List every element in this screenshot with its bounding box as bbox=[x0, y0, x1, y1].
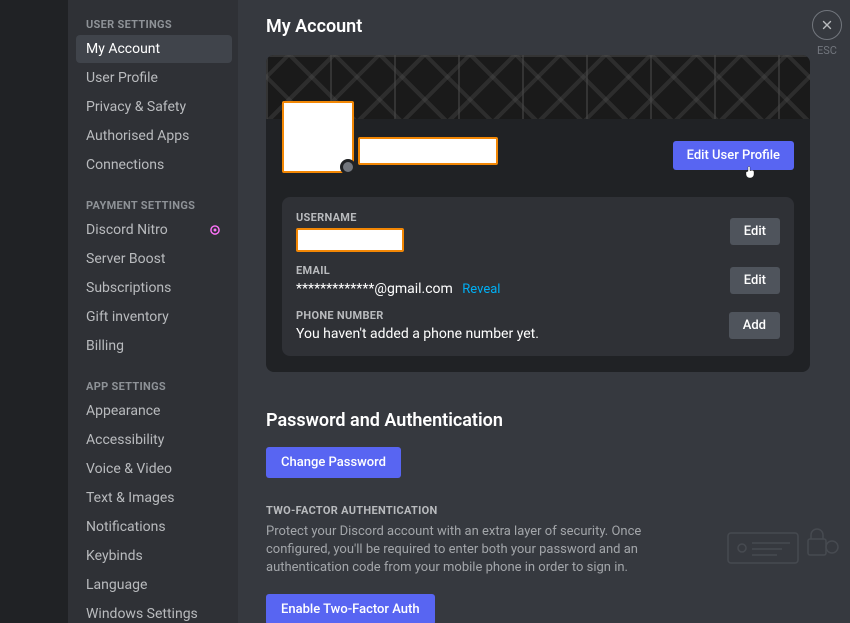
edit-username-button[interactable]: Edit bbox=[730, 218, 780, 245]
auth-section-title: Password and Authentication bbox=[266, 410, 810, 431]
lock-decoration-icon bbox=[722, 515, 842, 575]
content-area: ESC My Account Edit User Profile USERNAM… bbox=[238, 0, 850, 623]
avatar-wrap bbox=[282, 101, 354, 173]
sidebar-item-label: Voice & Video bbox=[86, 461, 172, 477]
username-row: USERNAME Edit bbox=[296, 211, 780, 252]
sidebar-item-label: My Account bbox=[86, 41, 160, 57]
sidebar-item-billing[interactable]: Billing bbox=[76, 332, 232, 360]
close-icon bbox=[820, 18, 834, 32]
enable-twofa-button[interactable]: Enable Two-Factor Auth bbox=[266, 594, 435, 623]
email-value-line: *************@gmail.com Reveal bbox=[296, 281, 500, 297]
sidebar-item-label: Appearance bbox=[86, 403, 160, 419]
username-label: USERNAME bbox=[296, 211, 404, 224]
sidebar-item-subscriptions[interactable]: Subscriptions bbox=[76, 274, 232, 302]
sidebar-item-connections[interactable]: Connections bbox=[76, 151, 232, 179]
sidebar-item-label: Discord Nitro bbox=[86, 222, 168, 238]
sidebar-item-label: Server Boost bbox=[86, 251, 165, 267]
sidebar-item-label: Notifications bbox=[86, 519, 166, 535]
phone-value: You haven't added a phone number yet. bbox=[296, 326, 539, 342]
change-password-button[interactable]: Change Password bbox=[266, 447, 401, 478]
phone-label: PHONE NUMBER bbox=[296, 309, 539, 322]
edit-email-button[interactable]: Edit bbox=[730, 267, 780, 294]
sidebar-item-label: User Profile bbox=[86, 70, 158, 86]
email-row: EMAIL *************@gmail.com Reveal Edi… bbox=[296, 264, 780, 297]
sidebar-item-user-profile[interactable]: User Profile bbox=[76, 64, 232, 92]
reveal-email-link[interactable]: Reveal bbox=[462, 282, 500, 297]
profile-card: Edit User Profile USERNAME Edit EMAIL **… bbox=[266, 55, 810, 372]
phone-field: PHONE NUMBER You haven't added a phone n… bbox=[296, 309, 539, 342]
sidebar-item-privacy-safety[interactable]: Privacy & Safety bbox=[76, 93, 232, 121]
close-area: ESC bbox=[812, 10, 842, 57]
sidebar-item-label: Privacy & Safety bbox=[86, 99, 186, 115]
email-value: *************@gmail.com bbox=[296, 281, 453, 297]
sidebar-item-label: Text & Images bbox=[86, 490, 175, 506]
sidebar-item-gift-inventory[interactable]: Gift inventory bbox=[76, 303, 232, 331]
sidebar-item-text-images[interactable]: Text & Images bbox=[76, 484, 232, 512]
sidebar-item-label: Connections bbox=[86, 157, 164, 173]
sidebar-item-accessibility[interactable]: Accessibility bbox=[76, 426, 232, 454]
sidebar-item-label: Authorised Apps bbox=[86, 128, 189, 144]
username-value bbox=[296, 228, 404, 252]
sidebar-user-block: USER SETTINGS My Account User Profile Pr… bbox=[76, 12, 238, 179]
left-gutter bbox=[0, 0, 68, 623]
sidebar-item-discord-nitro[interactable]: Discord Nitro bbox=[76, 216, 232, 244]
sidebar-payment-block: PAYMENT SETTINGS Discord Nitro Server Bo… bbox=[76, 193, 238, 360]
sidebar-item-label: Windows Settings bbox=[86, 606, 198, 622]
sidebar-item-label: Gift inventory bbox=[86, 309, 169, 325]
sidebar-item-server-boost[interactable]: Server Boost bbox=[76, 245, 232, 273]
profile-header: Edit User Profile bbox=[266, 119, 810, 173]
sidebar-item-label: Keybinds bbox=[86, 548, 143, 564]
sidebar-heading-payment: PAYMENT SETTINGS bbox=[76, 193, 238, 216]
nitro-badge-icon bbox=[208, 223, 222, 237]
esc-label: ESC bbox=[812, 44, 842, 57]
sidebar-item-language[interactable]: Language bbox=[76, 571, 232, 599]
sidebar-item-voice-video[interactable]: Voice & Video bbox=[76, 455, 232, 483]
twofa-description: Protect your Discord account with an ext… bbox=[266, 523, 686, 578]
sidebar-item-label: Billing bbox=[86, 338, 124, 354]
sidebar-item-keybinds[interactable]: Keybinds bbox=[76, 542, 232, 570]
sidebar-app-block: APP SETTINGS Appearance Accessibility Vo… bbox=[76, 374, 238, 623]
add-phone-button[interactable]: Add bbox=[729, 312, 780, 339]
page-title: My Account bbox=[266, 16, 810, 37]
sidebar-heading-user: USER SETTINGS bbox=[76, 12, 238, 35]
email-field: EMAIL *************@gmail.com Reveal bbox=[296, 264, 500, 297]
close-button[interactable] bbox=[812, 10, 842, 40]
status-indicator-icon bbox=[340, 159, 356, 175]
sidebar-item-notifications[interactable]: Notifications bbox=[76, 513, 232, 541]
sidebar-item-label: Accessibility bbox=[86, 432, 164, 448]
sidebar-item-label: Language bbox=[86, 577, 147, 593]
settings-sidebar: USER SETTINGS My Account User Profile Pr… bbox=[68, 0, 238, 623]
sidebar-item-appearance[interactable]: Appearance bbox=[76, 397, 232, 425]
edit-user-profile-button[interactable]: Edit User Profile bbox=[673, 141, 794, 170]
phone-row: PHONE NUMBER You haven't added a phone n… bbox=[296, 309, 780, 342]
sidebar-item-my-account[interactable]: My Account bbox=[76, 35, 232, 63]
sidebar-item-authorised-apps[interactable]: Authorised Apps bbox=[76, 122, 232, 150]
sidebar-heading-app: APP SETTINGS bbox=[76, 374, 238, 397]
email-label: EMAIL bbox=[296, 264, 500, 277]
sidebar-item-windows-settings[interactable]: Windows Settings bbox=[76, 600, 232, 623]
display-name bbox=[358, 137, 498, 165]
account-details: USERNAME Edit EMAIL *************@gmail.… bbox=[282, 197, 794, 356]
username-field: USERNAME bbox=[296, 211, 404, 252]
sidebar-item-label: Subscriptions bbox=[86, 280, 171, 296]
